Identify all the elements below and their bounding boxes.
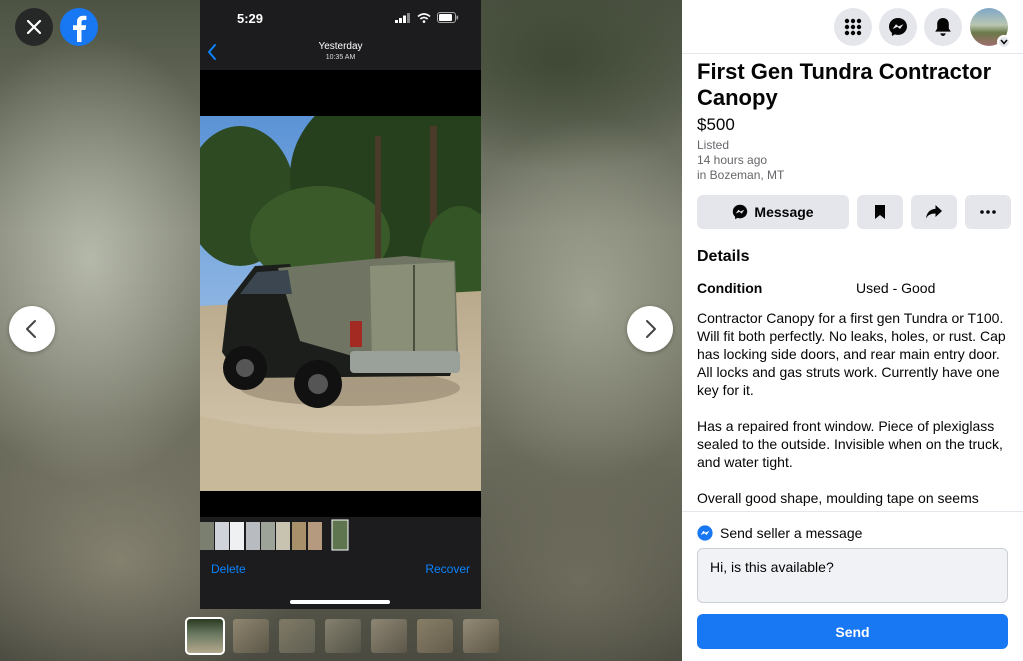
photo-thumbnail[interactable] [185,617,225,655]
listing-actions: Message [697,195,1011,229]
top-bar [682,0,1023,54]
more-options-button[interactable] [965,195,1011,229]
listing-panel: First Gen Tundra Contractor Canopy $500 … [682,0,1023,661]
wifi-icon [417,12,431,23]
share-icon [926,205,942,219]
listing-title: First Gen Tundra Contractor Canopy [697,59,992,110]
phone-time: 5:29 [237,11,264,26]
previous-photo-button[interactable] [9,306,55,352]
message-input[interactable]: Hi, is this available? [697,548,1008,603]
photo-thumbnail[interactable] [233,619,269,653]
chevron-down-icon [1000,39,1008,45]
photo-thumbnail[interactable] [371,619,407,653]
menu-button[interactable] [834,8,872,46]
phone-header: Yesterday 10:35 AM [200,38,481,70]
listing-price: $500 [697,115,735,134]
photo-thumbnail[interactable] [463,619,499,653]
photo-thumbnails [185,617,499,655]
listed-time: 14 hours ago [697,153,768,167]
menu-grid-icon [844,18,862,36]
description-paragraph: Contractor Canopy for a first gen Tundra… [697,310,1006,398]
description-paragraph: Has a repaired front window. Piece of pl… [697,418,1003,470]
details-heading: Details [697,248,750,265]
message-button[interactable]: Message [697,195,849,229]
phone-recover-link: Recover [425,562,470,576]
close-button[interactable] [15,8,53,46]
phone-time-stamp: 10:35 AM [325,54,356,61]
facebook-f-icon [73,15,87,42]
phone-status-bar: 5:29 [200,0,481,38]
listing-description: Contractor Canopy for a first gen Tundra… [697,309,1012,511]
chevron-right-icon [646,320,656,338]
home-indicator [290,600,390,604]
bookmark-icon [875,205,885,219]
messenger-icon [733,204,748,220]
photo-thumbnail[interactable] [417,619,453,653]
messenger-icon [697,525,713,541]
facebook-logo[interactable] [60,8,98,46]
share-button[interactable] [911,195,957,229]
notifications-button[interactable] [924,8,962,46]
messenger-button[interactable] [879,8,917,46]
account-avatar[interactable] [970,8,1011,49]
phone-thumbnail-strip [200,519,349,551]
condition-label: Condition [697,280,763,296]
listing-location[interactable]: in Bozeman, MT [697,168,784,182]
truck-photo [200,116,481,491]
phone-delete-link: Delete [211,562,246,576]
save-button[interactable] [857,195,903,229]
photo-thumbnail[interactable] [325,619,361,653]
condition-value: Used - Good [856,280,936,296]
messenger-icon [889,18,907,36]
signal-icon [395,12,410,23]
listing-photo: 5:29 Yesterday 10:35 AM Delete Recover [200,0,481,609]
photo-viewer: 5:29 Yesterday 10:35 AM Delete Recover [0,0,682,661]
listing-details: First Gen Tundra Contractor Canopy $500 … [682,54,1023,511]
send-message-heading: Send seller a message [720,525,863,541]
listed-label: Listed [697,138,730,152]
close-icon [26,19,42,35]
description-paragraph: Overall good shape, moulding tape on see… [697,490,979,506]
bell-icon [935,18,951,36]
send-message-section: Send seller a message Hi, is this availa… [682,511,1023,661]
send-button[interactable]: Send [697,614,1008,649]
phone-date: Yesterday [318,41,363,52]
battery-icon [437,12,459,23]
more-icon [980,210,996,214]
next-photo-button[interactable] [627,306,673,352]
message-button-label: Message [754,204,814,220]
chevron-left-icon [26,320,36,338]
photo-thumbnail[interactable] [279,619,315,653]
